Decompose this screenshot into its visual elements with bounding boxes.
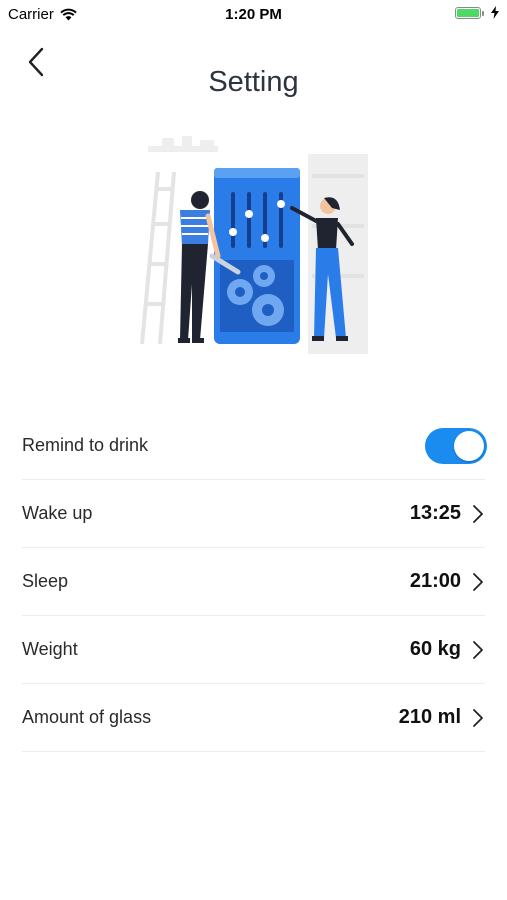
settings-illustration	[140, 136, 368, 354]
person-left	[178, 191, 221, 343]
battery-group	[455, 6, 499, 19]
status-bar: Carrier 1:20 PM	[0, 0, 507, 28]
remind-toggle[interactable]	[425, 427, 487, 464]
chevron-right-icon	[473, 640, 483, 659]
battery-icon	[455, 6, 484, 19]
remind-label: Remind to drink	[22, 435, 149, 455]
wake-up-row[interactable]: Wake up 13:25	[22, 480, 485, 548]
battery-fill	[457, 8, 479, 17]
sleep-value: 21:00	[409, 570, 461, 592]
glass-label: Amount of glass	[22, 707, 152, 727]
ladder	[140, 171, 176, 345]
page-title: Setting	[208, 66, 299, 98]
toggle-knob	[454, 430, 484, 461]
wake-up-label: Wake up	[22, 503, 93, 523]
glass-row[interactable]: Amount of glass 210 ml	[22, 684, 485, 752]
chevron-right-icon	[473, 572, 483, 591]
weight-label: Weight	[22, 639, 78, 659]
glass-value: 210 ml	[398, 706, 461, 728]
sleep-row[interactable]: Sleep 21:00	[22, 548, 485, 616]
chevron-right-icon	[473, 504, 483, 523]
weight-value: 60 kg	[409, 638, 461, 660]
weight-row[interactable]: Weight 60 kg	[22, 616, 485, 684]
settings-list: Remind to drink Wake up 13:25 Sleep 21:0…	[22, 412, 487, 752]
remind-row: Remind to drink	[22, 412, 487, 480]
sleep-label: Sleep	[22, 571, 69, 591]
wake-up-value: 13:25	[409, 502, 461, 524]
status-time: 1:20 PM	[225, 6, 282, 23]
chevron-right-icon	[473, 708, 483, 727]
charging-bolt-icon	[491, 6, 499, 19]
